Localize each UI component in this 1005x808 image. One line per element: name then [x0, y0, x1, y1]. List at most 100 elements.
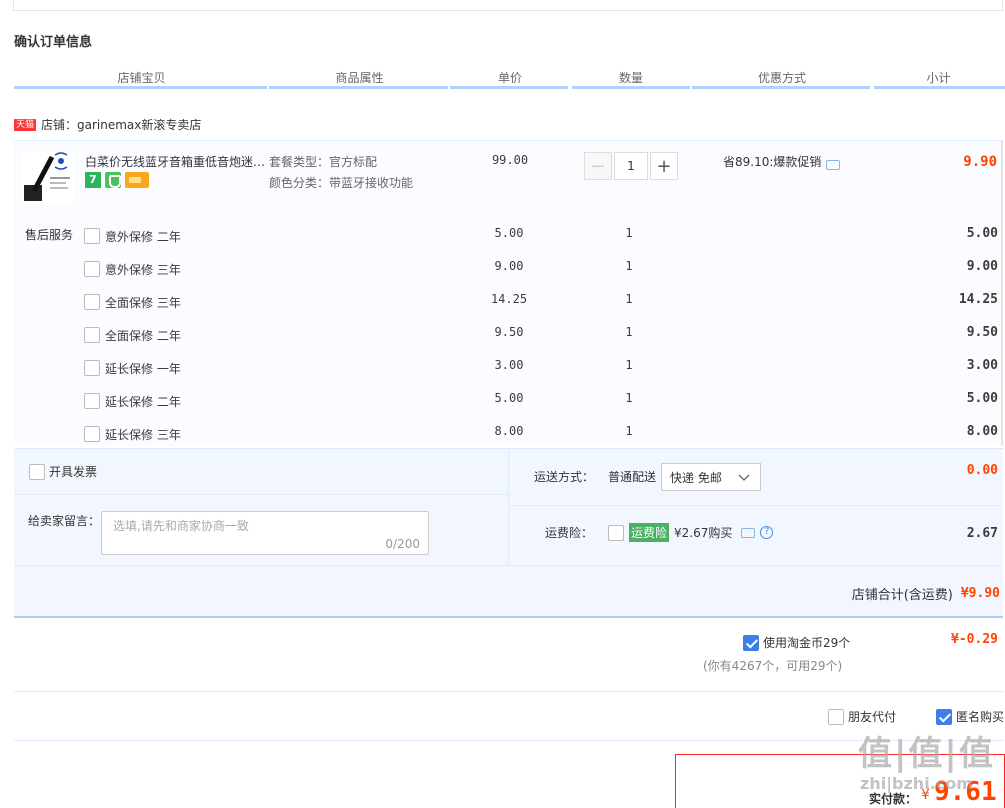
service-qty: 1 [625, 292, 633, 306]
service-checkbox[interactable] [84, 360, 100, 376]
service-checkbox[interactable] [84, 327, 100, 343]
friend-pay-checkbox[interactable] [828, 708, 844, 725]
shipping-select[interactable]: 快递 免邮 [661, 463, 761, 491]
service-badges: 7 [85, 172, 149, 188]
comment-bubble-icon[interactable] [826, 159, 841, 170]
product-title-link[interactable]: 白菜价无线蓝牙音箱重低音炮迷你… [85, 153, 267, 170]
col-bar [874, 86, 1005, 89]
seven-day-return-icon[interactable]: 7 [85, 172, 101, 188]
coins-checkbox[interactable] [743, 634, 759, 651]
message-label: 给卖家留言： [28, 514, 101, 528]
discount-text: 省89.10:爆款促销 [723, 155, 822, 169]
freight-insurance-price: ¥2.67购买 [674, 526, 733, 540]
service-qty: 1 [625, 226, 633, 240]
service-name: 全面保修 二年 [105, 328, 181, 343]
section-title: 确认订单信息 [14, 35, 93, 50]
divider [508, 448, 509, 565]
col-header-quantity: 数量 [618, 71, 643, 85]
divider [14, 740, 1003, 741]
top-container-edge [13, 0, 1003, 11]
friend-pay-label: 朋友代付 [848, 710, 897, 724]
col-bar [450, 86, 568, 89]
col-header-shop-item: 店铺宝贝 [117, 71, 166, 85]
product-thumbnail[interactable] [22, 151, 74, 203]
service-option[interactable]: 延长保修 一年 [84, 359, 181, 377]
service-price: 8.00 [494, 424, 524, 438]
freight-insurance-tag: 运费险 [629, 523, 670, 542]
watermark-url: zhi|bzhi.com [860, 774, 973, 793]
col-bar [14, 86, 267, 89]
service-checkbox[interactable] [84, 294, 100, 310]
invoice-checkbox[interactable] [29, 463, 45, 480]
col-bar [572, 86, 690, 89]
service-checkbox[interactable] [84, 228, 100, 244]
coins-option[interactable]: 使用淘金币29个 [743, 634, 850, 651]
service-checkbox[interactable] [84, 426, 100, 442]
after-sales-label: 售后服务 [25, 228, 74, 242]
col-bar [692, 86, 870, 89]
service-subtotal: 8.00 [966, 424, 998, 439]
col-bar [269, 86, 448, 89]
service-option[interactable]: 意外保修 二年 [84, 227, 181, 245]
attr-color: 颜色分类：带蓝牙接收功能 [269, 176, 414, 190]
col-header-discount: 优惠方式 [757, 71, 806, 85]
shipping-method: 普通配送 [608, 470, 657, 484]
service-option[interactable]: 全面保修 二年 [84, 326, 181, 344]
divider [509, 505, 1003, 506]
freight-insurance-checkbox[interactable] [608, 524, 624, 541]
invoice-option[interactable]: 开具发票 [29, 463, 97, 480]
message-textarea[interactable]: 选填,请先和商家协商一致 0/200 [101, 511, 429, 555]
service-name: 意外保修 三年 [105, 262, 181, 277]
col-header-subtotal: 小计 [926, 71, 951, 85]
shop-total-label: 店铺合计(含运费) [851, 588, 953, 603]
service-qty: 1 [625, 325, 633, 339]
watermark-logo: 值|值|值 [858, 734, 995, 774]
service-option[interactable]: 延长保修 二年 [84, 392, 181, 410]
service-option[interactable]: 意外保修 三年 [84, 260, 181, 278]
col-header-unit-price: 单价 [497, 71, 522, 85]
divider [14, 691, 1003, 692]
coins-label: 使用淘金币29个 [763, 636, 851, 650]
service-option[interactable]: 全面保修 三年 [84, 293, 181, 311]
service-qty: 1 [625, 358, 633, 372]
coins-note: (你有4267个，可用29个) [703, 659, 843, 673]
service-name: 意外保修 二年 [105, 229, 181, 244]
attr-package: 套餐类型：官方标配 [269, 155, 378, 169]
help-icon[interactable]: ? [760, 526, 774, 539]
friend-pay-option[interactable]: 朋友代付 [828, 708, 896, 725]
freight-insurance-cost: 2.67 [966, 526, 998, 541]
invoice-label: 开具发票 [49, 465, 98, 479]
service-checkbox[interactable] [84, 261, 100, 277]
service-price: 5.00 [494, 226, 524, 240]
service-subtotal: 9.50 [966, 325, 998, 340]
anonymous-label: 匿名购买 [956, 710, 1005, 724]
chevron-down-icon [738, 474, 750, 481]
service-qty: 1 [625, 259, 633, 273]
service-option[interactable]: 延长保修 三年 [84, 425, 181, 443]
service-subtotal: 9.00 [966, 259, 998, 274]
col-header-attributes: 商品属性 [335, 71, 384, 85]
service-checkbox[interactable] [84, 393, 100, 409]
anonymous-checkbox[interactable] [936, 708, 952, 725]
quantity-input[interactable]: 1 [614, 152, 648, 180]
service-price: 9.50 [494, 325, 524, 339]
message-placeholder: 选填,请先和商家协商一致 [113, 519, 249, 533]
shipping-selected: 快递 免邮 [670, 470, 722, 485]
service-price: 9.00 [494, 259, 524, 273]
service-name: 延长保修 三年 [105, 427, 181, 442]
service-name: 全面保修 三年 [105, 295, 181, 310]
decrease-button[interactable]: − [584, 152, 612, 180]
anonymous-option[interactable]: 匿名购买 [936, 708, 1004, 725]
guarantee-shield-icon[interactable] [105, 172, 121, 188]
shop-name-link[interactable]: 店铺：garinemax新滚专卖店 [41, 116, 201, 133]
shop-total-value: ¥9.90 [960, 586, 1000, 601]
service-subtotal: 3.00 [966, 358, 998, 373]
credit-card-icon[interactable] [125, 172, 149, 188]
freight-insurance-option[interactable]: 运费险 ¥2.67购买 ? [608, 523, 774, 542]
service-subtotal: 5.00 [966, 226, 998, 241]
unit-price: 99.00 [491, 153, 529, 167]
increase-button[interactable]: + [650, 152, 678, 180]
service-qty: 1 [625, 391, 633, 405]
comment-bubble-icon[interactable] [741, 527, 756, 538]
service-price: 14.25 [490, 292, 528, 306]
